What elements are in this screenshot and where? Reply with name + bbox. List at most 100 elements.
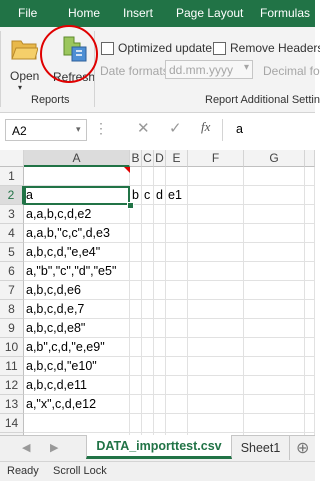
cell-f8[interactable] xyxy=(188,300,244,319)
cell-b9[interactable] xyxy=(130,319,142,338)
row-header[interactable]: 8 xyxy=(0,300,24,319)
row-header[interactable]: 4 xyxy=(0,224,24,243)
row-header[interactable]: 7 xyxy=(0,281,24,300)
cell-h4[interactable] xyxy=(305,224,315,243)
row-header[interactable]: 3 xyxy=(0,205,24,224)
cell-h3[interactable] xyxy=(305,205,315,224)
cell-a5[interactable]: a,b,c,d,"e,e4" xyxy=(24,243,130,262)
cell-d8[interactable] xyxy=(154,300,166,319)
cell-g13[interactable] xyxy=(244,395,305,414)
cell-h12[interactable] xyxy=(305,376,315,395)
cell-b7[interactable] xyxy=(130,281,142,300)
cell-b14[interactable] xyxy=(130,414,142,433)
add-sheet-icon[interactable]: ⊕ xyxy=(296,438,309,458)
cell-c12[interactable] xyxy=(142,376,154,395)
row-header[interactable]: 14 xyxy=(0,414,24,433)
cell-c4[interactable] xyxy=(142,224,154,243)
cell-e5[interactable] xyxy=(166,243,188,262)
cell-b8[interactable] xyxy=(130,300,142,319)
cell-e12[interactable] xyxy=(166,376,188,395)
cell-f12[interactable] xyxy=(188,376,244,395)
row-header[interactable]: 1 xyxy=(0,167,24,186)
cell-e9[interactable] xyxy=(166,319,188,338)
cell-e7[interactable] xyxy=(166,281,188,300)
cell-a8[interactable]: a,b,c,d,e,7 xyxy=(24,300,130,319)
formula-input[interactable]: a xyxy=(236,122,243,136)
cell-a3[interactable]: a,a,b,c,d,e2 xyxy=(24,205,130,224)
cell-d1[interactable] xyxy=(154,167,166,186)
cell-f9[interactable] xyxy=(188,319,244,338)
cell-a11[interactable]: a,b,c,d,"e10" xyxy=(24,357,130,376)
cell-b4[interactable] xyxy=(130,224,142,243)
cell-h2[interactable] xyxy=(305,186,315,205)
cell-g7[interactable] xyxy=(244,281,305,300)
cell-c13[interactable] xyxy=(142,395,154,414)
cell-f3[interactable] xyxy=(188,205,244,224)
name-box[interactable]: A2 xyxy=(5,119,87,141)
cell-e6[interactable] xyxy=(166,262,188,281)
cell-c5[interactable] xyxy=(142,243,154,262)
cell-f11[interactable] xyxy=(188,357,244,376)
column-header-b[interactable]: B xyxy=(130,150,142,167)
row-header[interactable]: 12 xyxy=(0,376,24,395)
column-header-g[interactable]: G xyxy=(244,150,305,167)
cell-d9[interactable] xyxy=(154,319,166,338)
cell-h14[interactable] xyxy=(305,414,315,433)
cell-d13[interactable] xyxy=(154,395,166,414)
cell-g9[interactable] xyxy=(244,319,305,338)
scroll-right-icon[interactable]: ▶ xyxy=(50,441,58,454)
enter-icon[interactable]: ✓ xyxy=(169,119,182,137)
column-header-a[interactable]: A xyxy=(24,150,130,167)
cell-h9[interactable] xyxy=(305,319,315,338)
cell-d4[interactable] xyxy=(154,224,166,243)
cell-g6[interactable] xyxy=(244,262,305,281)
cell-f2[interactable] xyxy=(188,186,244,205)
open-button[interactable]: Open ▾ xyxy=(8,33,40,93)
cell-g4[interactable] xyxy=(244,224,305,243)
cell-f5[interactable] xyxy=(188,243,244,262)
cell-c1[interactable] xyxy=(142,167,154,186)
cell-h5[interactable] xyxy=(305,243,315,262)
cell-d12[interactable] xyxy=(154,376,166,395)
cell-c14[interactable] xyxy=(142,414,154,433)
cell-c3[interactable] xyxy=(142,205,154,224)
cell-d5[interactable] xyxy=(154,243,166,262)
cancel-icon[interactable]: ✕ xyxy=(137,119,150,137)
cell-e13[interactable] xyxy=(166,395,188,414)
cell-d14[interactable] xyxy=(154,414,166,433)
cell-f13[interactable] xyxy=(188,395,244,414)
cell-h7[interactable] xyxy=(305,281,315,300)
cell-f7[interactable] xyxy=(188,281,244,300)
cell-e3[interactable] xyxy=(166,205,188,224)
cell-g14[interactable] xyxy=(244,414,305,433)
cell-c7[interactable] xyxy=(142,281,154,300)
tab-file[interactable]: File xyxy=(18,0,37,27)
cell-e4[interactable] xyxy=(166,224,188,243)
row-header[interactable]: 2 xyxy=(0,186,24,205)
cell-f4[interactable] xyxy=(188,224,244,243)
cell-a12[interactable]: a,b,c,d,e11 xyxy=(24,376,130,395)
tab-home[interactable]: Home xyxy=(68,0,100,27)
cell-a14[interactable] xyxy=(24,414,130,433)
cell-h13[interactable] xyxy=(305,395,315,414)
cell-b13[interactable] xyxy=(130,395,142,414)
cell-c6[interactable] xyxy=(142,262,154,281)
cell-a10[interactable]: a,b",c,d,"e,e9" xyxy=(24,338,130,357)
row-header[interactable]: 6 xyxy=(0,262,24,281)
cell-g1[interactable] xyxy=(244,167,305,186)
cell-e8[interactable] xyxy=(166,300,188,319)
tab-formulas[interactable]: Formulas xyxy=(260,0,310,27)
cell-g10[interactable] xyxy=(244,338,305,357)
column-header-d[interactable]: D xyxy=(154,150,166,167)
cell-c2[interactable]: c xyxy=(142,186,154,205)
cell-b1[interactable] xyxy=(130,167,142,186)
row-header[interactable]: 5 xyxy=(0,243,24,262)
cell-g8[interactable] xyxy=(244,300,305,319)
column-header-e[interactable]: E xyxy=(166,150,188,167)
cell-a7[interactable]: a,b,c,d,e6 xyxy=(24,281,130,300)
sheet-tab-active[interactable]: DATA_importtest.csv xyxy=(86,435,232,459)
cell-h1[interactable] xyxy=(305,167,315,186)
column-header-f[interactable]: F xyxy=(188,150,244,167)
chevron-down-icon[interactable]: ▾ xyxy=(76,124,81,135)
cell-d11[interactable] xyxy=(154,357,166,376)
